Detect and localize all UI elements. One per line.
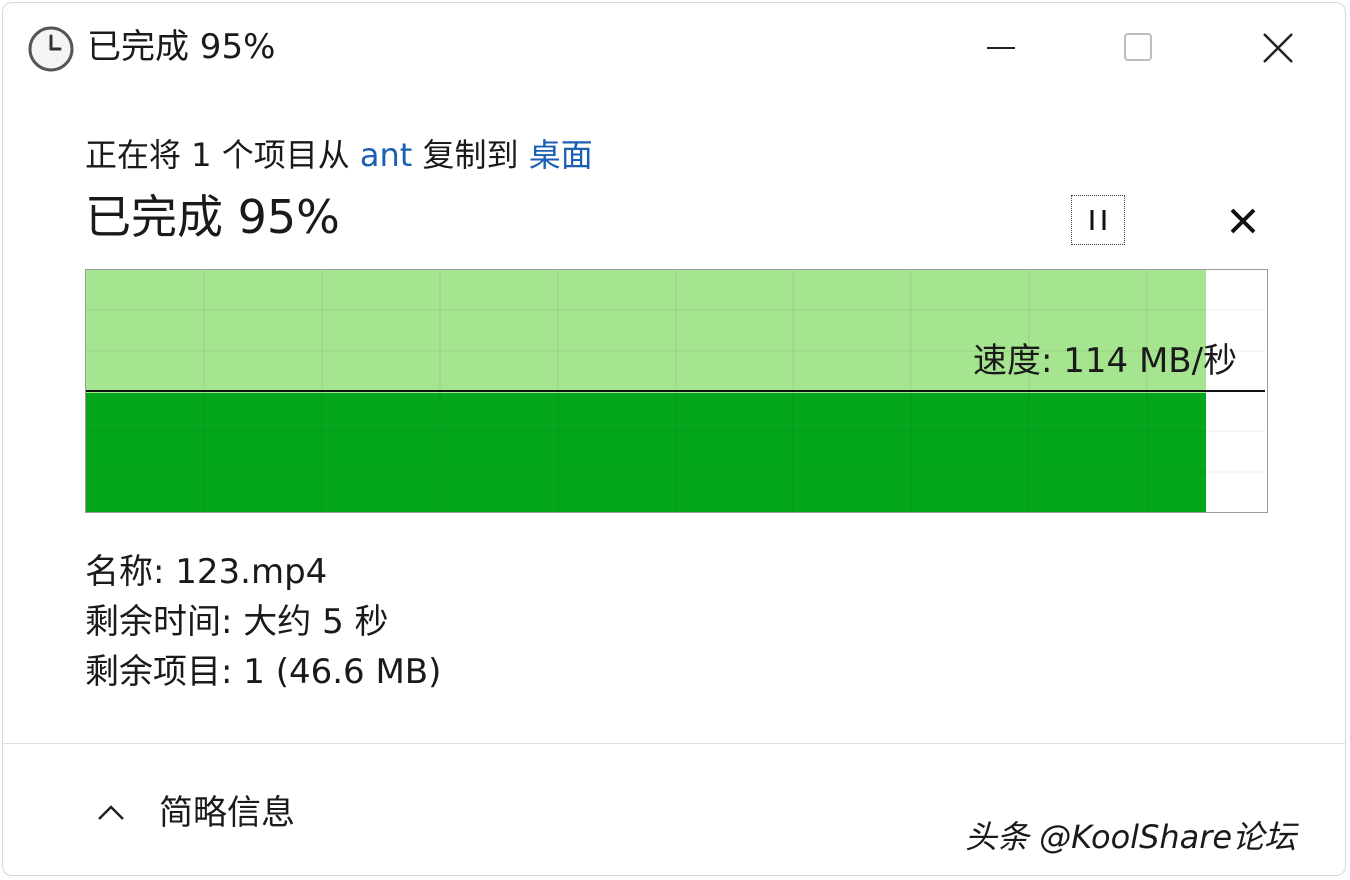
close-button[interactable] [1247, 21, 1307, 75]
cancel-button[interactable] [1217, 197, 1269, 245]
title-bar: 已完成 95% [3, 3, 1345, 93]
minimize-button[interactable] [971, 21, 1031, 75]
source-link[interactable]: ant [360, 136, 412, 174]
items-remaining: 剩余项目: 1 (46.6 MB) [85, 652, 442, 692]
transfer-details: 名称: 123.mp4 剩余时间: 大约 5 秒 剩余项目: 1 (46.6 M… [85, 547, 441, 697]
pause-icon [1090, 210, 1106, 230]
x-icon [1230, 208, 1256, 234]
copy-prefix-text: 正在将 1 个项目从 [85, 136, 360, 174]
window-title: 已完成 95% [87, 27, 276, 67]
fewer-details-label: 简略信息 [159, 793, 295, 833]
copy-middle-text: 复制到 [412, 136, 529, 174]
progress-status: 已完成 95% [85, 190, 340, 244]
file-name: 名称: 123.mp4 [85, 552, 328, 592]
copy-progress-dialog: 已完成 95% 正在将 1 个项目从 ant 复制到 桌面 已完成 95% 速度… [2, 2, 1346, 876]
speed-label: 速度: 114 MB/秒 [973, 341, 1238, 381]
speed-graph-canvas [86, 270, 1265, 512]
maximize-button[interactable] [1107, 21, 1167, 75]
watermark: 头条 @KoolShare论坛 [965, 818, 1297, 856]
pause-button[interactable] [1071, 195, 1125, 245]
transfer-speed-graph [85, 269, 1268, 513]
maximize-icon [1124, 33, 1152, 61]
minimize-icon [987, 47, 1015, 49]
footer-divider [3, 743, 1345, 744]
time-remaining: 剩余时间: 大约 5 秒 [85, 602, 389, 642]
chevron-up-icon [98, 805, 124, 820]
copy-description: 正在将 1 个项目从 ant 复制到 桌面 [85, 133, 593, 177]
clock-icon [28, 26, 74, 72]
destination-link[interactable]: 桌面 [529, 136, 593, 174]
close-icon [1263, 33, 1293, 63]
speed-area [86, 393, 1206, 512]
